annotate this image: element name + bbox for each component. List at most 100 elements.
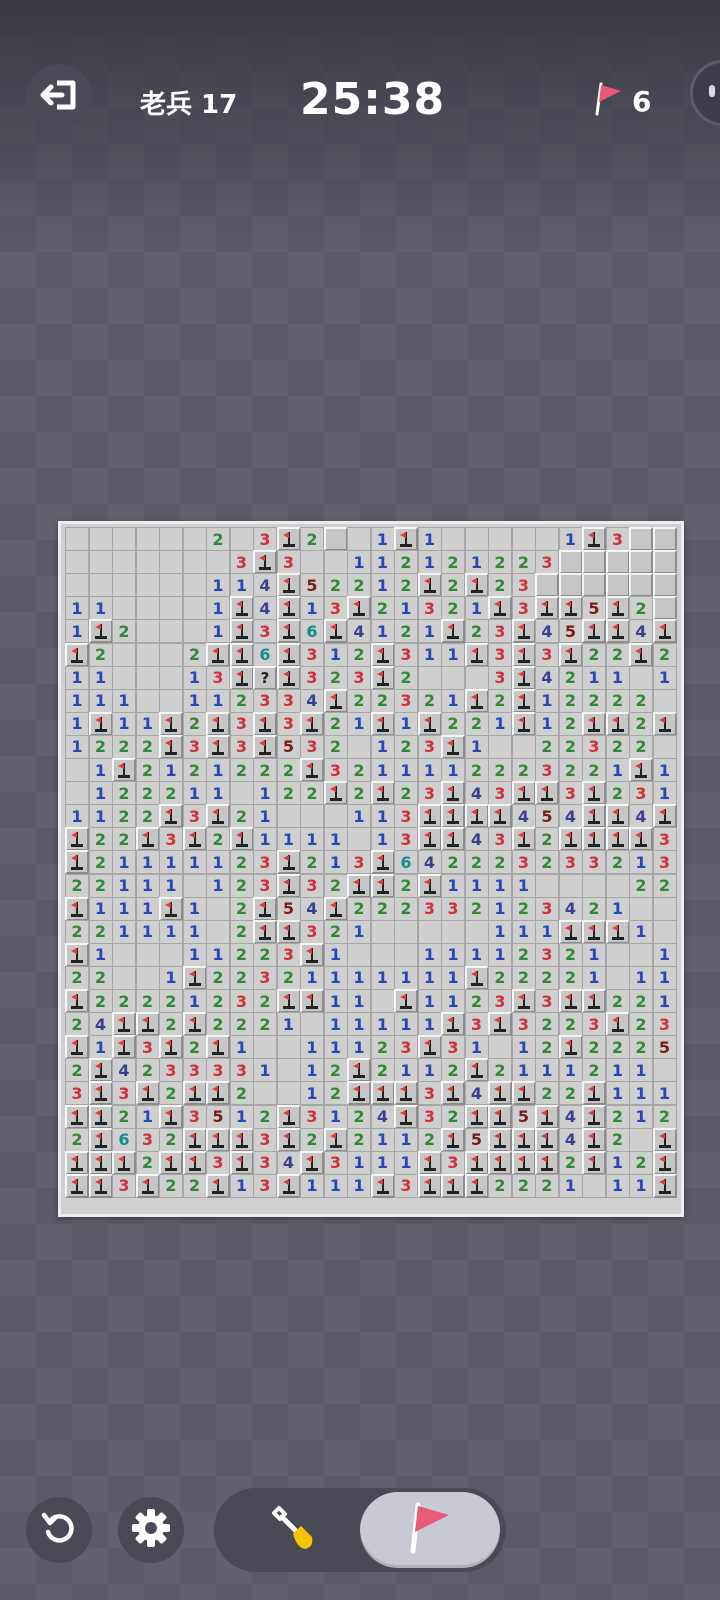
hidden-cell[interactable] <box>605 573 630 598</box>
number-cell[interactable]: 1 <box>441 989 465 1013</box>
number-cell[interactable]: 2 <box>394 873 418 898</box>
flagged-cell[interactable] <box>511 781 536 806</box>
number-cell[interactable]: 1 <box>582 942 606 967</box>
number-cell[interactable]: 1 <box>488 919 512 944</box>
shovel-tool-button[interactable] <box>226 1492 360 1568</box>
number-cell[interactable]: 2 <box>441 1058 465 1083</box>
minesweeper-board[interactable]: 2321113331121212231145221222311141321321… <box>58 521 684 1217</box>
number-cell[interactable]: 1 <box>488 942 512 967</box>
number-cell[interactable]: 3 <box>253 619 277 644</box>
number-cell[interactable]: 2 <box>135 1058 160 1083</box>
number-cell[interactable]: 2 <box>88 642 113 667</box>
number-cell[interactable]: 1 <box>441 642 465 667</box>
number-cell[interactable]: 2 <box>159 1081 183 1106</box>
empty-cell[interactable] <box>159 550 183 575</box>
flagged-cell[interactable] <box>88 1058 113 1083</box>
hidden-cell[interactable] <box>652 550 677 575</box>
flagged-cell[interactable] <box>605 804 630 829</box>
flagged-cell[interactable] <box>300 1150 324 1175</box>
number-cell[interactable]: 3 <box>253 965 277 990</box>
number-cell[interactable]: 3 <box>206 1058 230 1083</box>
number-cell[interactable]: 3 <box>135 1035 160 1060</box>
number-cell[interactable]: 1 <box>347 1012 371 1037</box>
number-cell[interactable]: 1 <box>135 919 160 944</box>
flagged-cell[interactable] <box>65 942 89 967</box>
number-cell[interactable]: 1 <box>417 1058 442 1083</box>
hidden-cell[interactable] <box>605 550 630 575</box>
flagged-cell[interactable] <box>629 758 653 782</box>
empty-cell[interactable] <box>182 550 207 575</box>
number-cell[interactable]: 1 <box>417 527 442 551</box>
flagged-cell[interactable] <box>65 1035 89 1060</box>
number-cell[interactable]: 2 <box>159 781 183 806</box>
flagged-cell[interactable] <box>65 1150 89 1175</box>
number-cell[interactable]: 1 <box>182 989 207 1013</box>
number-cell[interactable]: 1 <box>441 688 465 713</box>
number-cell[interactable]: 2 <box>135 781 160 806</box>
empty-cell[interactable] <box>135 550 160 575</box>
flagged-cell[interactable] <box>558 919 583 944</box>
number-cell[interactable]: 1 <box>323 850 348 875</box>
number-cell[interactable]: 2 <box>323 1058 348 1083</box>
number-cell[interactable]: 2 <box>347 573 371 598</box>
flagged-cell[interactable] <box>582 1150 606 1175</box>
number-cell[interactable]: 2 <box>558 965 583 990</box>
number-cell[interactable]: 1 <box>88 781 113 806</box>
number-cell[interactable]: 1 <box>347 804 371 829</box>
number-cell[interactable]: 2 <box>135 758 160 782</box>
number-cell[interactable]: 2 <box>206 965 230 990</box>
number-cell[interactable]: 1 <box>535 1058 559 1083</box>
number-cell[interactable]: 2 <box>229 804 254 829</box>
number-cell[interactable]: 2 <box>605 642 630 667</box>
flagged-cell[interactable] <box>441 734 465 759</box>
number-cell[interactable]: 2 <box>276 965 301 990</box>
number-cell[interactable]: 1 <box>417 989 442 1013</box>
flagged-cell[interactable] <box>112 758 136 782</box>
number-cell[interactable]: 3 <box>488 665 512 690</box>
flagged-cell[interactable] <box>652 1173 677 1198</box>
empty-cell[interactable] <box>135 965 160 990</box>
flagged-cell[interactable] <box>276 596 301 621</box>
number-cell[interactable]: 5 <box>535 804 559 829</box>
flagged-cell[interactable] <box>65 1104 89 1129</box>
hidden-cell[interactable] <box>629 550 653 575</box>
number-cell[interactable]: 2 <box>535 1081 559 1106</box>
number-cell[interactable]: 2 <box>65 1012 89 1037</box>
number-cell[interactable]: 1 <box>488 711 512 736</box>
number-cell[interactable]: 2 <box>182 758 207 782</box>
number-cell[interactable]: 2 <box>112 989 136 1013</box>
number-cell[interactable]: 1 <box>229 1035 254 1060</box>
flagged-cell[interactable] <box>300 989 324 1013</box>
number-cell[interactable]: 1 <box>112 873 136 898</box>
flagged-cell[interactable] <box>558 1035 583 1060</box>
number-cell[interactable]: 1 <box>394 596 418 621</box>
empty-cell[interactable] <box>629 942 653 967</box>
empty-cell[interactable] <box>276 1081 301 1106</box>
number-cell[interactable]: 2 <box>417 1127 442 1152</box>
number-cell[interactable]: 3 <box>488 642 512 667</box>
number-cell[interactable]: 1 <box>347 989 371 1013</box>
number-cell[interactable]: 1 <box>535 919 559 944</box>
number-cell[interactable]: 4 <box>464 781 489 806</box>
empty-cell[interactable] <box>605 942 630 967</box>
number-cell[interactable]: 2 <box>652 642 677 667</box>
flagged-cell[interactable] <box>558 596 583 621</box>
number-cell[interactable]: 4 <box>629 804 653 829</box>
number-cell[interactable]: 3 <box>300 919 324 944</box>
flagged-cell[interactable] <box>347 596 371 621</box>
number-cell[interactable]: 2 <box>582 1058 606 1083</box>
number-cell[interactable]: 3 <box>182 734 207 759</box>
empty-cell[interactable] <box>652 734 677 759</box>
number-cell[interactable]: 1 <box>488 896 512 921</box>
empty-cell[interactable] <box>159 619 183 644</box>
number-cell[interactable]: 2 <box>558 758 583 782</box>
number-cell[interactable]: 2 <box>135 1150 160 1175</box>
empty-cell[interactable] <box>112 965 136 990</box>
number-cell[interactable]: 2 <box>253 989 277 1013</box>
number-cell[interactable]: 2 <box>323 573 348 598</box>
number-cell[interactable]: 2 <box>347 642 371 667</box>
number-cell[interactable]: 1 <box>347 1035 371 1060</box>
flagged-cell[interactable] <box>88 711 113 736</box>
flagged-cell[interactable] <box>582 804 606 829</box>
number-cell[interactable]: 4 <box>558 896 583 921</box>
